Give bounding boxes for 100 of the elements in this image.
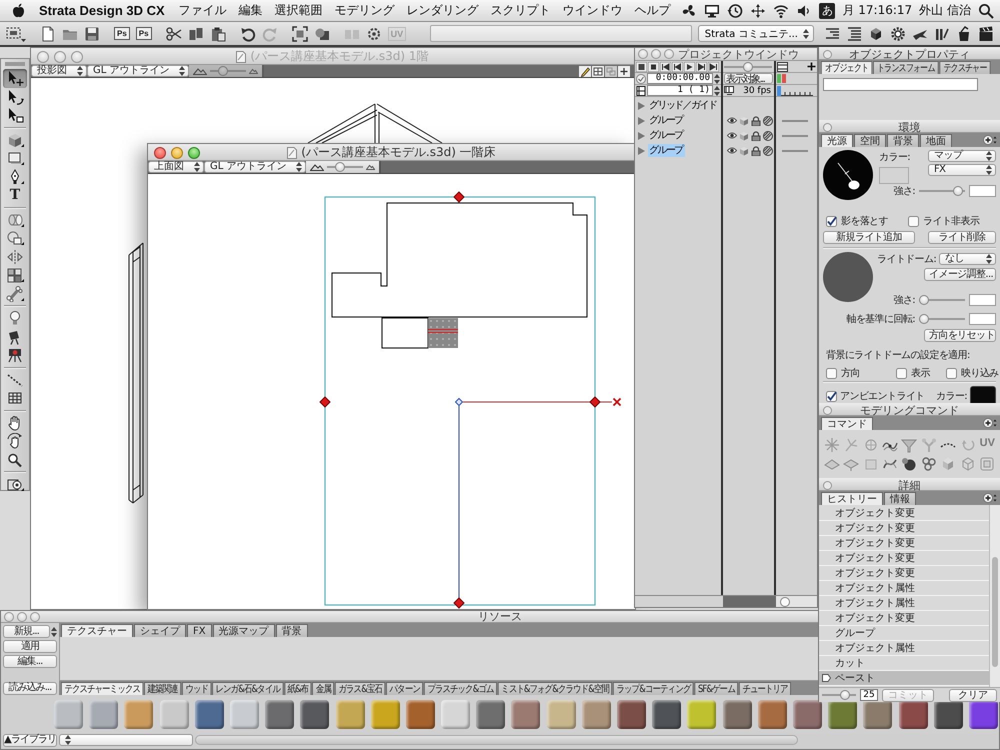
slider-thumb[interactable] [840, 690, 850, 700]
tab[interactable]: ウッド [182, 682, 212, 695]
library-dropdown[interactable] [59, 734, 193, 746]
checkbox[interactable] [826, 216, 837, 226]
display-target-button[interactable]: 表示対象... [724, 73, 773, 84]
tab[interactable]: テクスチャー [61, 624, 133, 637]
light-dome-preview[interactable] [823, 252, 873, 302]
texture-swatch[interactable] [406, 700, 435, 728]
import-button[interactable]: 読み込み... [3, 682, 57, 694]
history-item[interactable]: ペースト [819, 671, 989, 686]
fx-dropdown[interactable]: FX [928, 164, 996, 176]
step-forward-icon[interactable] [696, 62, 707, 72]
edit-button[interactable]: 編集... [3, 655, 57, 668]
slider-thumb[interactable] [743, 62, 753, 72]
cross-marker-icon[interactable] [612, 398, 622, 406]
tab[interactable]: トランスフォーム [873, 61, 939, 74]
search-icon[interactable] [978, 2, 994, 18]
texture-swatch[interactable] [54, 700, 83, 728]
minimize-button[interactable] [171, 146, 183, 158]
menu-clock[interactable]: 月 17:16:17 [842, 2, 912, 19]
eye-icon[interactable] [727, 116, 737, 125]
texture-swatch[interactable] [546, 700, 576, 728]
clear-button[interactable]: クリア [949, 688, 997, 702]
app-menu[interactable]: Strata Design 3D CX [39, 3, 165, 18]
scrollbar[interactable] [989, 505, 1000, 687]
texture-swatch[interactable] [582, 700, 611, 728]
texture-swatch[interactable] [863, 700, 892, 728]
checkbox[interactable] [946, 368, 957, 378]
color-swatch[interactable] [879, 167, 909, 184]
tab[interactable]: ミスト&フォグ&クラウド&空間 [498, 682, 612, 695]
tab[interactable]: ラップ&コーティング [613, 682, 694, 695]
texture-swatch[interactable] [230, 700, 259, 728]
texture-swatch[interactable] [968, 700, 998, 728]
reset-direction-button[interactable]: 方向をリセット [924, 329, 996, 342]
resize-handle[interactable] [453, 191, 465, 203]
apply-button[interactable]: 適用 [3, 640, 57, 653]
stop-icon[interactable] [648, 62, 659, 72]
menu-item[interactable]: スクリプト [484, 2, 557, 19]
texture-swatch[interactable] [511, 700, 540, 728]
hatched-icon[interactable] [763, 130, 773, 140]
checkbox[interactable] [896, 368, 907, 378]
community-dropdown[interactable]: Strata コミュニテ... [698, 25, 814, 42]
light-dome-dropdown[interactable]: なし [939, 252, 996, 264]
texture-swatch[interactable] [722, 700, 752, 728]
checkbox[interactable] [826, 368, 837, 378]
tab[interactable]: 背景 [276, 624, 308, 637]
padlock-icon[interactable] [751, 146, 761, 156]
texture-swatch[interactable] [934, 700, 963, 728]
tab[interactable]: プラスチック&ゴム [424, 682, 497, 695]
check-circle-icon[interactable] [636, 74, 646, 84]
tab[interactable]: テクスチャーミックス [61, 682, 144, 695]
zoom-button[interactable] [188, 146, 200, 158]
target-icon[interactable] [366, 26, 382, 42]
texture-swatch[interactable] [265, 700, 294, 728]
tab[interactable]: ヒストリー [821, 492, 883, 505]
history-item[interactable]: オブジェクト属性 [819, 581, 989, 596]
texture-swatch[interactable] [476, 700, 506, 728]
anchor-handle[interactable] [454, 398, 464, 406]
tab[interactable]: 光源 [821, 134, 853, 147]
tree-item[interactable]: グループ [648, 129, 685, 142]
texture-swatch[interactable] [124, 700, 154, 728]
close-button[interactable] [154, 146, 166, 158]
floor-plan-outline[interactable] [332, 202, 588, 348]
chain-icon[interactable] [920, 456, 937, 472]
roof-frame-drawing[interactable] [308, 104, 442, 144]
tab[interactable]: オブジェクト [821, 61, 872, 74]
wall-frame-drawing[interactable] [128, 242, 144, 504]
grid-icon[interactable] [592, 66, 604, 76]
gear-icon[interactable] [890, 26, 906, 42]
history-item[interactable]: オブジェクト変更 [819, 536, 989, 551]
grid-box-icon[interactable] [636, 86, 646, 96]
tree-item[interactable]: グループ [648, 114, 685, 127]
texture-swatch[interactable] [336, 700, 364, 728]
tab[interactable]: 建築関連 [144, 682, 182, 695]
tab[interactable]: パターン [386, 682, 424, 695]
delete-light-button[interactable]: ライト削除 [928, 231, 996, 244]
blob-icon[interactable] [901, 456, 918, 472]
square-icon[interactable] [636, 62, 647, 72]
move-arrows-icon[interactable] [750, 2, 766, 18]
slider-thumb[interactable] [919, 295, 929, 305]
render-mode-dropdown[interactable]: GL アウトライン [204, 161, 306, 173]
fan-icon[interactable] [681, 2, 698, 18]
library-button[interactable]: ▲ライブラリ [3, 734, 57, 746]
texture-swatch[interactable] [687, 700, 716, 728]
document-icon[interactable] [40, 26, 56, 42]
pencil-icon[interactable] [579, 66, 591, 76]
checkbox[interactable] [826, 390, 837, 402]
cube-icon[interactable] [868, 26, 884, 42]
history-item[interactable]: オブジェクト変更 [819, 506, 989, 521]
ps-button[interactable]: Ps [114, 27, 130, 40]
menu-item[interactable]: ウインドウ [556, 2, 629, 19]
tab[interactable]: FX [187, 624, 212, 637]
history-item[interactable]: オブジェクト属性 [819, 596, 989, 611]
rotation-field[interactable] [969, 313, 996, 325]
plus-menu-icon[interactable] [983, 135, 997, 145]
scroll-knob-icon[interactable] [780, 596, 790, 606]
bars-arrow-icon[interactable] [934, 26, 950, 42]
stacked-lines-icon[interactable] [846, 26, 862, 42]
tree-item[interactable]: グループ [648, 144, 685, 157]
tab[interactable]: チュートリア [739, 682, 792, 695]
